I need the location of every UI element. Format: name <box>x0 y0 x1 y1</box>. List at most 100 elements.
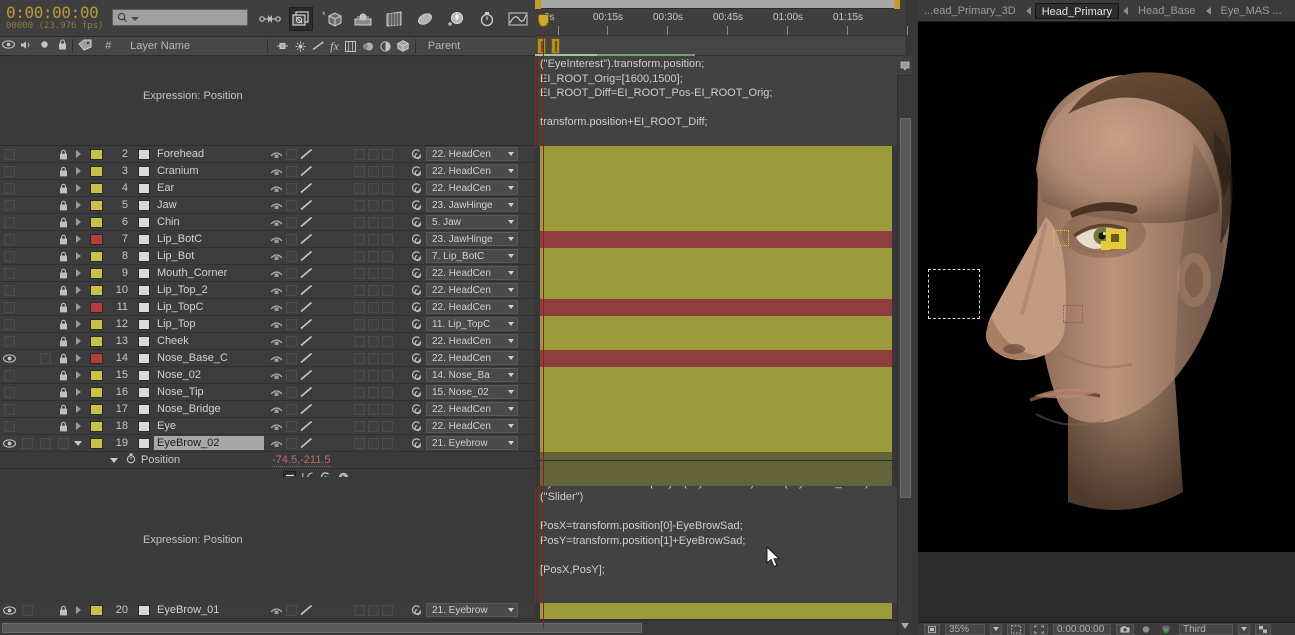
quality-toggle-icon[interactable] <box>300 301 313 313</box>
layer-switch-box[interactable] <box>368 386 379 398</box>
layer-switch-box[interactable] <box>368 335 379 347</box>
shy-toggle-icon[interactable] <box>270 285 283 295</box>
layer-parent-select[interactable]: 11. Lip_TopC <box>426 317 526 331</box>
shy-toggle-icon[interactable] <box>270 370 283 380</box>
layer-switch-box[interactable] <box>382 369 393 381</box>
quality-toggle-icon[interactable] <box>300 352 313 364</box>
layer-switch-box[interactable] <box>354 199 365 211</box>
layer-switch-box[interactable] <box>354 386 365 398</box>
layer-row[interactable]: 17 Nose_Bridge 22. HeadCen <box>0 401 535 418</box>
layer-switch-box[interactable] <box>368 301 379 313</box>
layer-visibility-toggle[interactable] <box>0 318 18 330</box>
parent-pickwhip[interactable] <box>406 233 426 245</box>
layer-switch-box[interactable] <box>382 148 393 160</box>
collapse-transform-toggle[interactable] <box>286 437 297 449</box>
track-bar-last[interactable] <box>540 603 892 620</box>
layer-visibility-toggle[interactable] <box>0 335 18 347</box>
layer-name[interactable]: Nose_Base_C <box>154 352 264 364</box>
layer-expand-toggle[interactable] <box>72 235 84 243</box>
view-grid-icon[interactable] <box>1007 623 1025 635</box>
layer-expand-toggle[interactable] <box>72 201 84 209</box>
layer-row[interactable]: 19 EyeBrow_02 21. Eyebrow <box>0 435 535 452</box>
eye-toggle-empty[interactable] <box>3 148 15 160</box>
parent-pickwhip-icon[interactable] <box>411 165 422 177</box>
timeline-horizontal-scrollbar[interactable] <box>0 620 897 635</box>
layer-name[interactable]: Lip_TopC <box>154 301 264 313</box>
parent-pickwhip-icon[interactable] <box>411 369 422 381</box>
layer-row[interactable]: 12 Lip_Top 11. Lip_TopC <box>0 316 535 333</box>
stopwatch-icon[interactable] <box>475 7 499 31</box>
current-time-indicator[interactable] <box>538 14 549 27</box>
layer-expand-toggle[interactable] <box>72 218 84 226</box>
layer-label-color[interactable] <box>84 420 108 432</box>
parent-pickwhip[interactable] <box>406 250 426 262</box>
selection-marker-nose[interactable] <box>1063 305 1083 323</box>
parent-pickwhip-icon[interactable] <box>411 148 422 160</box>
collapse-transform-toggle[interactable] <box>286 233 297 245</box>
layer-parent-select[interactable]: 22. HeadCen <box>426 351 526 365</box>
quality-toggle-icon[interactable] <box>300 267 313 279</box>
shy-toggle-icon[interactable] <box>270 251 283 261</box>
always-preview-icon[interactable] <box>924 623 940 635</box>
layer-switch-box[interactable] <box>382 250 393 262</box>
shy-toggle-icon[interactable] <box>270 438 283 448</box>
layer-switch-box[interactable] <box>368 403 379 415</box>
layer-row[interactable]: 6 Chin 5. Jaw <box>0 214 535 231</box>
layer-name[interactable]: Nose_02 <box>154 369 264 381</box>
layer-switch-box[interactable] <box>368 148 379 160</box>
track-row[interactable] <box>535 163 905 180</box>
layer-duration-bar[interactable] <box>540 146 892 163</box>
layer-row[interactable]: 2 Forehead 22. HeadCen <box>0 146 535 163</box>
expand-triangle-icon[interactable] <box>75 354 81 362</box>
expand-triangle-icon[interactable] <box>75 218 81 226</box>
search-dropdown-icon[interactable] <box>131 17 139 21</box>
layer-expand-toggle[interactable] <box>72 606 84 614</box>
layer-switch-box[interactable] <box>368 604 379 616</box>
layer-switch-box[interactable] <box>382 233 393 245</box>
layer-row[interactable]: 3 Cranium 22. HeadCen <box>0 163 535 180</box>
layer-visibility-toggle[interactable] <box>0 353 18 363</box>
shy-toggle-icon[interactable] <box>270 149 283 159</box>
layer-row[interactable]: 20 EyeBrow_01 21. Eyebrow <box>0 602 535 619</box>
layer-switch-box[interactable] <box>368 199 379 211</box>
layer-duration-bar[interactable] <box>540 350 892 367</box>
layer-expand-toggle[interactable] <box>72 303 84 311</box>
layer-parent-select[interactable]: 22. HeadCen <box>426 266 526 280</box>
layer-parent-select[interactable]: 5. Jaw <box>426 215 526 229</box>
layer-name[interactable]: Nose_Tip <box>154 386 264 398</box>
take-snapshot-icon[interactable] <box>1116 623 1134 635</box>
layer-duration-bar[interactable] <box>540 384 892 401</box>
collapse-transform-toggle[interactable] <box>286 250 297 262</box>
new-layer-cube-icon[interactable]: * <box>320 7 344 31</box>
layer-name[interactable]: Chin <box>154 216 264 228</box>
layer-visibility-toggle[interactable] <box>0 165 18 177</box>
layer-parent-select[interactable]: 22. HeadCen <box>426 147 526 161</box>
layer-visibility-toggle[interactable] <box>0 267 18 279</box>
expand-triangle-icon[interactable] <box>75 269 81 277</box>
layer-duration-bar[interactable] <box>540 231 892 248</box>
track-row[interactable] <box>535 367 905 384</box>
region-of-interest-icon[interactable] <box>1030 623 1048 635</box>
layer-label-color[interactable] <box>84 267 108 279</box>
layer-parent-select[interactable]: 21. Eyebrow <box>426 603 526 617</box>
layer-parent-select[interactable]: 22. HeadCen <box>426 419 526 433</box>
layer-row[interactable]: 4 Ear 22. HeadCen <box>0 180 535 197</box>
expand-triangle-icon[interactable] <box>75 337 81 345</box>
current-timecode[interactable]: 0:00:00:00 00000 (23.976 fps) <box>6 4 110 34</box>
layer-row[interactable]: 16 Nose_Tip 15. Nose_02 <box>0 384 535 401</box>
layer-label-color[interactable] <box>84 403 108 415</box>
eye-toggle-empty[interactable] <box>3 250 15 262</box>
layer-audio-toggle[interactable] <box>18 604 36 616</box>
parent-pickwhip[interactable] <box>406 199 426 211</box>
layer-duration-bar[interactable] <box>540 333 892 350</box>
anchor-marker-eyebrow-01[interactable] <box>1053 230 1069 246</box>
layer-row[interactable]: 15 Nose_02 14. Nose_Ba <box>0 367 535 384</box>
layer-duration-bar[interactable] <box>540 180 892 197</box>
show-snapshot-icon[interactable] <box>1139 624 1153 635</box>
parent-pickwhip-icon[interactable] <box>411 301 422 313</box>
quality-toggle-icon[interactable] <box>300 335 313 347</box>
track-row[interactable] <box>535 265 905 282</box>
track-row[interactable] <box>535 214 905 231</box>
quality-toggle-icon[interactable] <box>300 420 313 432</box>
composition-tab[interactable]: Head_Primary <box>1034 2 1120 19</box>
